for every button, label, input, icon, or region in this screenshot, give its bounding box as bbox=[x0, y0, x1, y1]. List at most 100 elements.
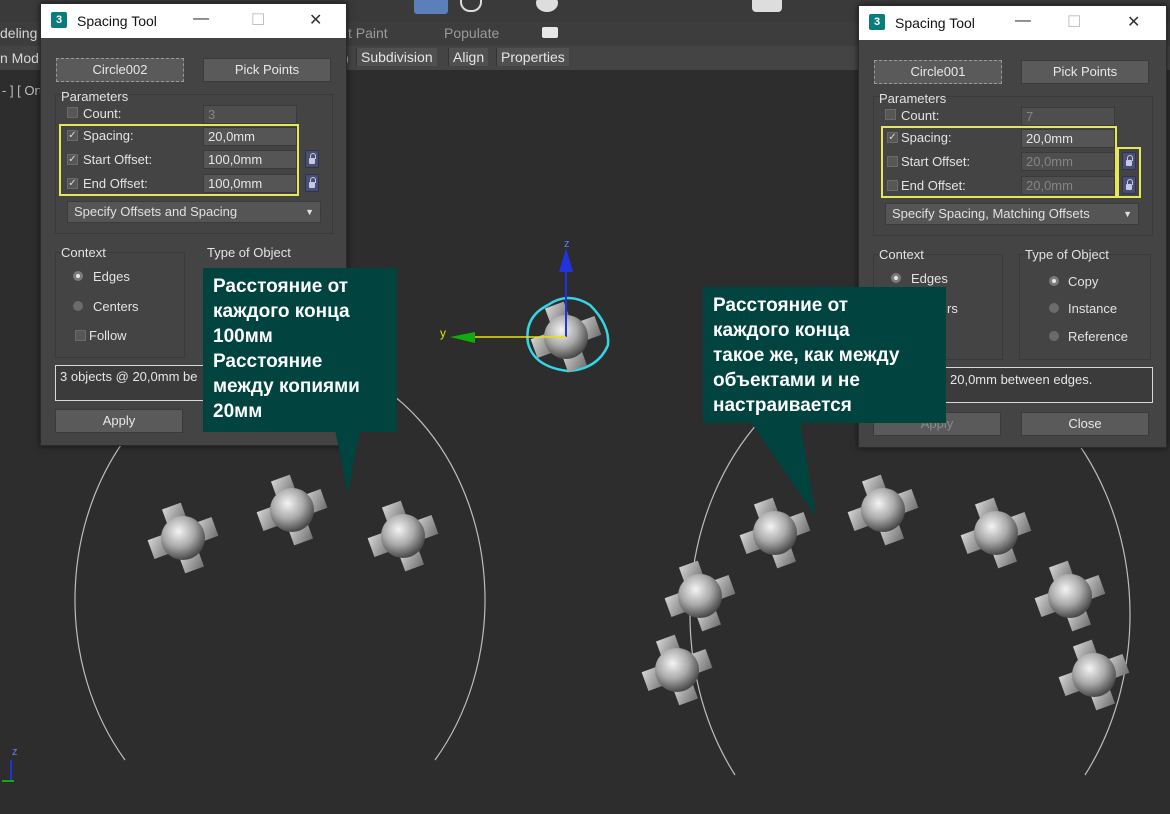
close-icon[interactable]: ✕ bbox=[309, 10, 322, 30]
status-text: 3 objects @ 20,0mm be bbox=[60, 369, 198, 384]
edges-label: Edges bbox=[911, 271, 948, 286]
spacing-label: Spacing: bbox=[83, 128, 134, 143]
callout-line: 20мм bbox=[213, 401, 263, 422]
callout-right-pointer bbox=[750, 421, 816, 517]
maximize-icon[interactable]: ☐ bbox=[1067, 12, 1081, 32]
corner-axis-z-label: z bbox=[12, 746, 18, 758]
start-offset-spinner[interactable]: 100,0mm bbox=[203, 150, 297, 169]
count-spinner[interactable]: 3 bbox=[203, 105, 297, 124]
context-label: Context bbox=[61, 245, 106, 260]
dialog-title-bar[interactable]: 3 Spacing Tool — ☐ ✕ bbox=[859, 6, 1166, 40]
sphere-tool-icon[interactable] bbox=[536, 0, 558, 12]
pick-path-button[interactable]: Circle002 bbox=[56, 58, 184, 82]
callout-left: Расстояние от каждого конца 100мм Рассто… bbox=[203, 268, 397, 432]
start-offset-label: Start Offset: bbox=[901, 154, 971, 169]
dialog-title-bar[interactable]: 3 Spacing Tool — ☐ ✕ bbox=[41, 4, 346, 38]
callout-line: Расстояние от bbox=[213, 276, 349, 297]
gizmo-z-label: z bbox=[564, 238, 570, 250]
centers-label: rs bbox=[947, 301, 958, 316]
chevron-down-icon: ▼ bbox=[305, 207, 314, 217]
callout-line: настраивается bbox=[713, 395, 852, 416]
minimize-icon[interactable]: — bbox=[193, 10, 209, 28]
close-button[interactable]: Close bbox=[1021, 412, 1149, 436]
spacing-spinner[interactable]: 20,0mm bbox=[1021, 129, 1115, 148]
spacing-mode-value: Specify Spacing, Matching Offsets bbox=[892, 206, 1090, 221]
start-offset-spinner[interactable]: 20,0mm bbox=[1021, 152, 1115, 171]
count-spinner[interactable]: 7 bbox=[1021, 107, 1115, 126]
app-logo-icon: 3 bbox=[51, 12, 67, 28]
start-offset-checkbox[interactable]: ✓ bbox=[67, 154, 78, 165]
spacing-mode-dropdown[interactable]: Specify Spacing, Matching Offsets ▼ bbox=[885, 203, 1139, 225]
end-offset-label: End Offset: bbox=[901, 178, 966, 193]
end-offset-spinner[interactable]: 100,0mm bbox=[203, 174, 297, 193]
close-icon[interactable]: ✕ bbox=[1127, 12, 1140, 32]
tab-modeling[interactable]: deling bbox=[0, 25, 37, 41]
move-tool-icon[interactable] bbox=[414, 0, 448, 14]
callout-line: объектами и не bbox=[713, 370, 860, 391]
end-offset-lock-icon[interactable] bbox=[1122, 176, 1136, 194]
subdivision-button[interactable]: Subdivision bbox=[356, 48, 437, 66]
rotate-tool-icon[interactable] bbox=[460, 0, 482, 12]
count-checkbox[interactable] bbox=[885, 109, 896, 120]
follow-checkbox[interactable] bbox=[75, 330, 86, 341]
start-offset-label: Start Offset: bbox=[83, 152, 153, 167]
callout-line: каждого конца bbox=[213, 301, 350, 322]
context-label: Context bbox=[879, 247, 924, 262]
pick-path-button[interactable]: Circle001 bbox=[874, 60, 1002, 84]
maximize-icon[interactable]: ☐ bbox=[251, 10, 265, 30]
ribbon-options-icon[interactable] bbox=[542, 27, 558, 38]
edges-radio[interactable] bbox=[73, 271, 83, 281]
spacing-checkbox[interactable]: ✓ bbox=[887, 132, 898, 143]
count-label: Count: bbox=[901, 108, 940, 123]
count-label: Count: bbox=[83, 106, 122, 121]
edges-radio[interactable] bbox=[891, 273, 901, 283]
follow-label: Follow bbox=[89, 328, 127, 343]
type-of-object-label: Type of Object bbox=[207, 245, 291, 260]
end-offset-label: End Offset: bbox=[83, 176, 148, 191]
right-objects bbox=[641, 474, 1130, 711]
count-checkbox[interactable] bbox=[67, 107, 78, 118]
chevron-down-icon: ▼ bbox=[1123, 209, 1132, 219]
reference-radio[interactable] bbox=[1049, 331, 1059, 341]
left-objects bbox=[147, 474, 439, 574]
edges-label: Edges bbox=[93, 269, 130, 284]
spacing-spinner[interactable]: 20,0mm bbox=[203, 127, 297, 146]
tab-modify[interactable]: n Mod bbox=[0, 50, 39, 66]
corner-axis-icon bbox=[10, 760, 12, 782]
callout-left-pointer bbox=[335, 430, 360, 494]
gizmo-y-label: y bbox=[440, 326, 446, 340]
tab-populate[interactable]: Populate bbox=[444, 25, 499, 41]
spacing-mode-value: Specify Offsets and Spacing bbox=[74, 204, 238, 219]
status-text: 20,0mm between edges. bbox=[950, 372, 1093, 387]
instance-radio[interactable] bbox=[1049, 303, 1059, 313]
end-offset-checkbox[interactable] bbox=[887, 180, 898, 191]
parameters-label: Parameters bbox=[61, 89, 129, 104]
minimize-icon[interactable]: — bbox=[1015, 12, 1031, 30]
callout-line: Расстояние bbox=[213, 351, 323, 372]
tab-object-paint[interactable]: t Paint bbox=[348, 25, 388, 41]
callout-line: Расстояние от bbox=[713, 295, 849, 316]
pick-points-button[interactable]: Pick Points bbox=[203, 58, 331, 82]
pick-points-button[interactable]: Pick Points bbox=[1021, 60, 1149, 84]
spacing-checkbox[interactable]: ✓ bbox=[67, 130, 78, 141]
dialog-title: Spacing Tool bbox=[895, 15, 975, 31]
start-offset-lock-icon[interactable] bbox=[1122, 152, 1136, 170]
align-button[interactable]: Align bbox=[448, 48, 489, 66]
apply-button[interactable]: Apply bbox=[55, 409, 183, 433]
spacing-mode-dropdown[interactable]: Specify Offsets and Spacing ▼ bbox=[67, 201, 321, 223]
start-offset-checkbox[interactable] bbox=[887, 156, 898, 167]
app-logo-icon: 3 bbox=[869, 14, 885, 30]
callout-line: такое же, как между bbox=[713, 345, 900, 366]
end-offset-checkbox[interactable]: ✓ bbox=[67, 178, 78, 189]
dialog-title: Spacing Tool bbox=[77, 13, 157, 29]
callout-line: каждого конца bbox=[713, 320, 850, 341]
spacing-label: Spacing: bbox=[901, 130, 952, 145]
end-offset-spinner[interactable]: 20,0mm bbox=[1021, 176, 1115, 195]
centers-label: Centers bbox=[93, 299, 139, 314]
start-offset-lock-icon[interactable] bbox=[305, 150, 319, 168]
copy-radio[interactable] bbox=[1049, 276, 1059, 286]
end-offset-lock-icon[interactable] bbox=[305, 174, 319, 192]
properties-button[interactable]: Properties bbox=[496, 48, 569, 66]
render-frame-icon[interactable] bbox=[752, 0, 782, 12]
centers-radio[interactable] bbox=[73, 301, 83, 311]
